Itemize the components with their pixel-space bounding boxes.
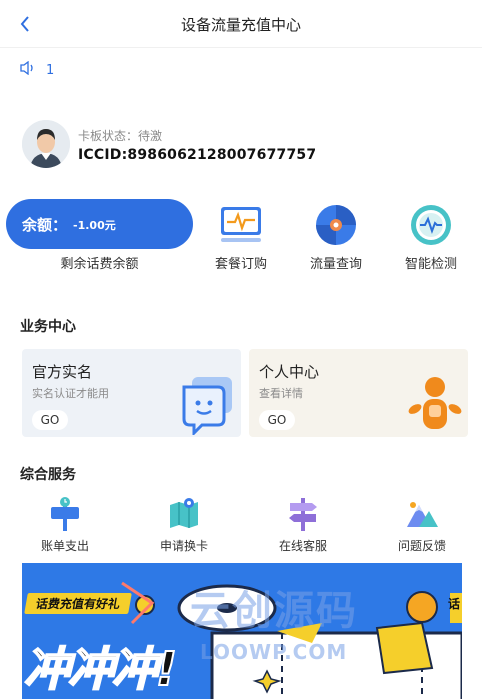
card-title: 个人中心 [259, 363, 320, 381]
balance-value: -1.00元 [73, 219, 116, 232]
service-label: 申请换卡 [159, 539, 208, 553]
card-real-name[interactable]: 官方实名 实名认证才能用 GO [22, 349, 241, 437]
section-title-services: 综合服务 [20, 467, 76, 483]
notice-text: 1 [46, 62, 55, 78]
heart-rate-icon [409, 203, 453, 247]
watermark-logo: 云创源码 [190, 588, 358, 634]
quick-action-traffic[interactable]: 流量查询 [296, 203, 376, 272]
quick-action-detect[interactable]: 智能检测 [391, 203, 471, 272]
disc-icon [314, 203, 358, 247]
go-button[interactable]: GO [32, 410, 68, 430]
direction-sign-icon [286, 497, 320, 531]
service-online-support[interactable]: 在线客服 [258, 497, 348, 554]
quick-action-plan[interactable]: 套餐订购 [201, 203, 281, 272]
service-label: 在线客服 [278, 539, 327, 553]
card-status: 卡板状态：待激 [78, 129, 163, 143]
section-title-business: 业务中心 [20, 319, 76, 335]
banner-tag: 话费充值有好礼 [24, 593, 132, 614]
monitor-pulse-icon [219, 203, 263, 247]
avatar [22, 120, 70, 168]
card-subtitle: 实名认证才能用 [32, 387, 109, 400]
map-pin-icon [167, 497, 201, 531]
person-icon [407, 375, 463, 435]
card-title: 官方实名 [32, 363, 93, 381]
banner-corner-text: 话 [448, 597, 461, 611]
app-header: 设备流量充值中心 [0, 0, 482, 48]
service-feedback[interactable]: 问题反馈 [377, 497, 467, 554]
card-personal-center[interactable]: 个人中心 查看详情 GO [249, 349, 468, 437]
quick-action-label: 智能检测 [404, 257, 457, 272]
quick-action-label: 流量查询 [309, 257, 362, 272]
go-button[interactable]: GO [259, 410, 295, 430]
notice-bar: 1 [20, 60, 54, 80]
bill-signpost-icon [48, 497, 82, 531]
balance-pill[interactable]: 余额： -1.00元 [6, 199, 193, 249]
card-subtitle: 查看详情 [259, 387, 303, 400]
service-bill[interactable]: 账单支出 [20, 497, 110, 554]
chat-bubble-face-icon [178, 375, 238, 437]
speaker-icon [20, 60, 36, 79]
service-label: 问题反馈 [397, 539, 446, 553]
quick-action-label: 套餐订购 [214, 257, 267, 272]
balance-label: 余额： [22, 215, 68, 234]
balance-caption: 剩余话费余额 [60, 257, 139, 272]
page-title: 设备流量充值中心 [180, 16, 301, 34]
mountain-icon [405, 497, 439, 531]
banner-headline: 冲冲冲! [23, 641, 178, 697]
service-change-card[interactable]: 申请换卡 [139, 497, 229, 554]
watermark-domain: LOOWP.COM [200, 640, 348, 664]
iccid-value: ICCID:8986062128007677757 [78, 147, 317, 163]
service-label: 账单支出 [40, 539, 89, 553]
